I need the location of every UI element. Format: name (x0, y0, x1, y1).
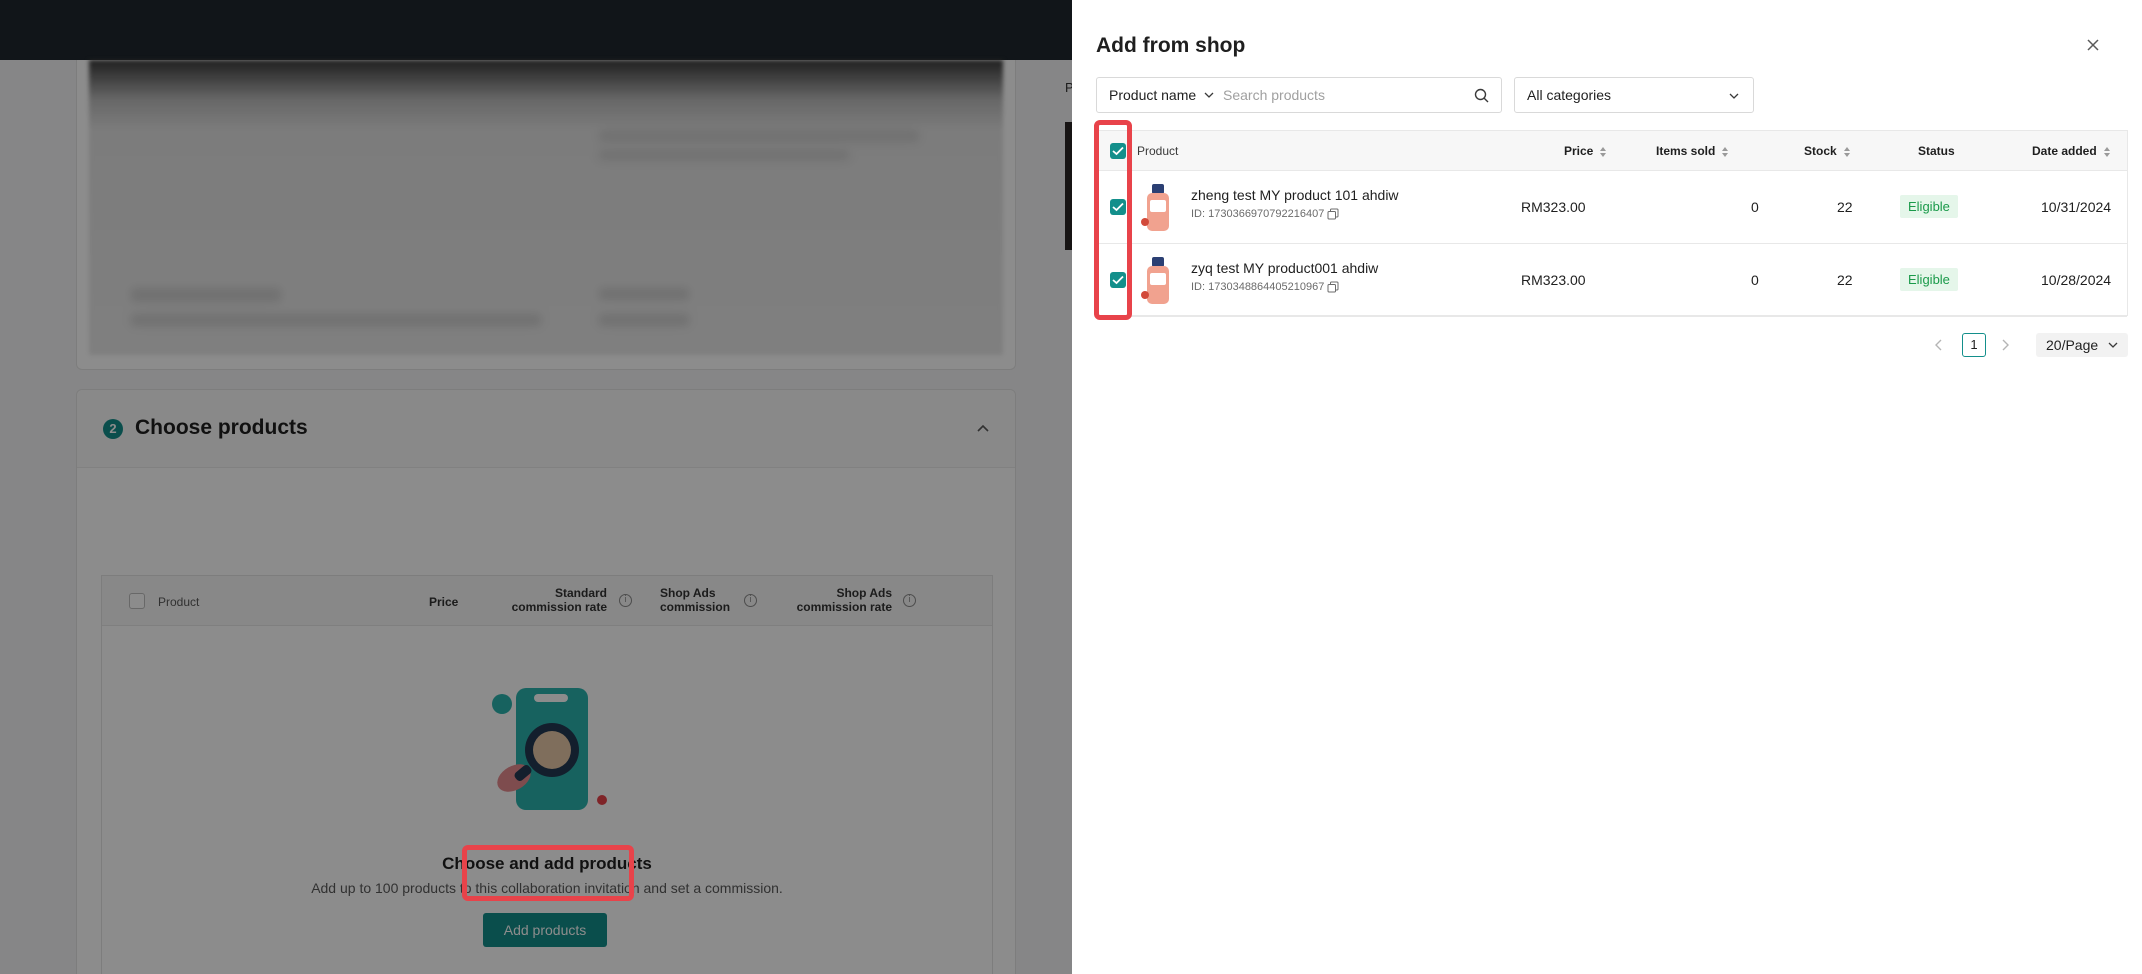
sort-icon (1843, 146, 1850, 157)
chevron-right-icon[interactable] (1994, 334, 2016, 356)
product-thumbnail (1141, 257, 1169, 304)
sort-icon (1600, 146, 1607, 157)
category-select-value: All categories (1527, 87, 1612, 103)
stock: 22 (1837, 199, 1853, 215)
product-thumbnail (1141, 184, 1169, 231)
status-badge: Eligible (1900, 195, 1958, 218)
checkbox-column-highlight (1094, 120, 1132, 320)
add-products-highlight (462, 845, 634, 901)
column-header-items-sold[interactable]: Items sold (1656, 144, 1729, 158)
page-size-value: 20/Page (2046, 337, 2099, 353)
sort-icon (2103, 146, 2110, 157)
column-header-product: Product (1137, 144, 1179, 158)
product-id: ID: 1730348864405210967 (1191, 281, 1339, 293)
product-price: RM323.00 (1521, 272, 1586, 288)
shop-products-table: Product Price Items sold Stock Status Da… (1096, 130, 2128, 317)
product-name: zheng test MY product 101 ahdiw (1191, 187, 1399, 203)
pagination-current-page[interactable]: 1 (1962, 333, 1986, 357)
date-added: 10/28/2024 (2041, 272, 2112, 288)
column-header-date-added[interactable]: Date added (2032, 144, 2111, 158)
product-price: RM323.00 (1521, 199, 1586, 215)
chevron-down-icon (1204, 92, 1214, 98)
copy-icon[interactable] (1327, 208, 1339, 220)
column-header-stock[interactable]: Stock (1804, 144, 1851, 158)
search-field-label: Product name (1109, 87, 1197, 103)
product-id: ID: 1730366970792216407 (1191, 208, 1339, 220)
chevron-down-icon (2108, 342, 2118, 348)
sort-icon (1722, 146, 1729, 157)
chevron-down-icon (1729, 93, 1739, 99)
chevron-left-icon[interactable] (1928, 334, 1950, 356)
items-sold: 0 (1751, 272, 1759, 288)
copy-icon[interactable] (1327, 281, 1339, 293)
items-sold: 0 (1751, 199, 1759, 215)
column-header-status: Status (1918, 144, 1955, 158)
date-added: 10/31/2024 (2041, 199, 2112, 215)
table-row[interactable]: zyq test MY product001 ahdiw ID: 1730348… (1097, 244, 2127, 317)
status-badge: Eligible (1900, 268, 1958, 291)
close-icon[interactable] (2084, 36, 2102, 54)
search-icon[interactable] (1474, 88, 1489, 103)
search-field-dropdown[interactable]: Product name (1097, 78, 1226, 112)
search-input[interactable] (1223, 82, 1463, 108)
column-header-price[interactable]: Price (1564, 144, 1607, 158)
page-size-select[interactable]: 20/Page (2036, 333, 2128, 357)
stock: 22 (1837, 272, 1853, 288)
product-name: zyq test MY product001 ahdiw (1191, 260, 1379, 276)
category-select[interactable]: All categories (1514, 77, 1754, 113)
product-search-box: Product name (1096, 77, 1502, 113)
table-row[interactable]: zheng test MY product 101 ahdiw ID: 1730… (1097, 171, 2127, 244)
modal-overlay[interactable] (0, 0, 1072, 974)
table-header: Product Price Items sold Stock Status Da… (1097, 131, 2127, 171)
add-from-shop-drawer: Add from shop Product name All categorie… (1072, 0, 2142, 974)
drawer-title: Add from shop (1096, 34, 1246, 57)
